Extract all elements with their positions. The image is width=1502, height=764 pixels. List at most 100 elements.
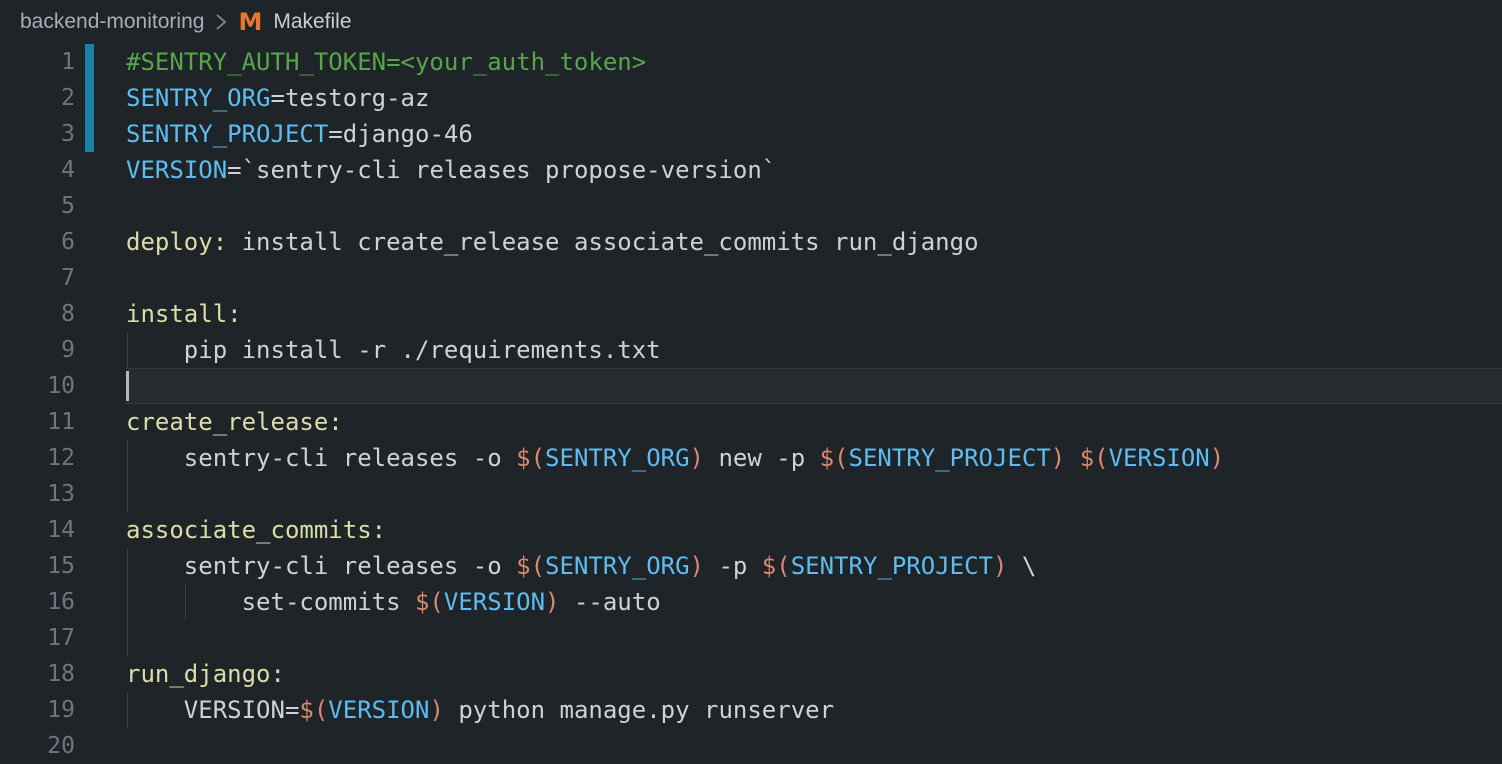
code-line[interactable]: 15 sentry-cli releases -o $(SENTRY_ORG) …	[0, 548, 1502, 584]
token-plain: VERSION=	[126, 696, 299, 724]
token-target: create_release:	[126, 408, 343, 436]
code-line[interactable]: 5	[0, 188, 1502, 224]
code-line[interactable]: 11 create_release:	[0, 404, 1502, 440]
line-number[interactable]: 17	[0, 620, 75, 656]
line-number[interactable]: 7	[0, 260, 75, 296]
modified-gutter-indicator[interactable]	[85, 80, 94, 116]
code-text: sentry-cli releases -o $(SENTRY_ORG) new…	[126, 440, 1224, 476]
token-plain: -p	[704, 552, 762, 580]
token-plain: pip install -r ./requirements.txt	[126, 336, 661, 364]
token-plain: =testorg-az	[271, 84, 430, 112]
code-line[interactable]: 17	[0, 620, 1502, 656]
line-number[interactable]: 13	[0, 476, 75, 512]
line-number[interactable]: 1	[0, 44, 75, 80]
token-plain: sentry-cli releases -o	[126, 444, 516, 472]
text-cursor	[126, 371, 129, 401]
code-line[interactable]: 3 SENTRY_PROJECT=django-46	[0, 116, 1502, 152]
chevron-right-icon	[215, 12, 227, 32]
line-number[interactable]: 15	[0, 548, 75, 584]
indent-guide	[127, 476, 128, 512]
line-number[interactable]: 9	[0, 332, 75, 368]
code-line[interactable]: 6 deploy: install create_release associat…	[0, 224, 1502, 260]
breadcrumb-folder[interactable]: backend-monitoring	[20, 10, 204, 34]
token-var: SENTRY_ORG	[545, 444, 690, 472]
token-var: SENTRY_PROJECT	[126, 120, 328, 148]
code-line[interactable]: 7	[0, 260, 1502, 296]
token-target: associate_commits:	[126, 516, 386, 544]
token-punct: $(	[762, 552, 791, 580]
indent-guide	[127, 620, 128, 656]
code-line[interactable]: 16 set-commits $(VERSION) --auto	[0, 584, 1502, 620]
line-number[interactable]: 8	[0, 296, 75, 332]
code-text: create_release:	[126, 404, 343, 440]
code-text: associate_commits:	[126, 512, 386, 548]
token-plain: install create_release associate_commits…	[227, 228, 978, 256]
token-punct: $(	[415, 588, 444, 616]
token-punct: )	[545, 588, 559, 616]
code-text: #SENTRY_AUTH_TOKEN=<your_auth_token>	[126, 44, 646, 80]
token-var: SENTRY_ORG	[126, 84, 271, 112]
token-plain: =`sentry-cli releases propose-version`	[227, 156, 776, 184]
code-text: pip install -r ./requirements.txt	[126, 332, 661, 368]
token-punct: )	[993, 552, 1007, 580]
code-line[interactable]: 19 VERSION=$(VERSION) python manage.py r…	[0, 692, 1502, 728]
line-number[interactable]: 5	[0, 188, 75, 224]
code-line[interactable]: 1 #SENTRY_AUTH_TOKEN=<your_auth_token>	[0, 44, 1502, 80]
code-line[interactable]: 20	[0, 728, 1502, 764]
code-text: run_django:	[126, 656, 285, 692]
editor[interactable]: 1 #SENTRY_AUTH_TOKEN=<your_auth_token> 2 SE…	[0, 44, 1502, 764]
token-var: VERSION	[444, 588, 545, 616]
token-comment: #SENTRY_AUTH_TOKEN=<your_auth_token>	[126, 48, 646, 76]
token-target: install:	[126, 300, 242, 328]
token-punct: )	[690, 552, 704, 580]
line-number[interactable]: 18	[0, 656, 75, 692]
code-text: deploy: install create_release associate…	[126, 224, 979, 260]
code-text: set-commits $(VERSION) --auto	[126, 584, 661, 620]
token-target: run_django:	[126, 660, 285, 688]
token-punct: )	[1210, 444, 1224, 472]
line-number[interactable]: 2	[0, 80, 75, 116]
code-line[interactable]: 9 pip install -r ./requirements.txt	[0, 332, 1502, 368]
token-var: SENTRY_PROJECT	[791, 552, 993, 580]
line-number[interactable]: 4	[0, 152, 75, 188]
current-line-highlight	[126, 368, 1502, 404]
code-line[interactable]: 14 associate_commits:	[0, 512, 1502, 548]
token-plain: --auto	[560, 588, 661, 616]
code-line[interactable]: 2 SENTRY_ORG=testorg-az	[0, 80, 1502, 116]
line-number[interactable]: 14	[0, 512, 75, 548]
code-line[interactable]: 18 run_django:	[0, 656, 1502, 692]
modified-gutter-indicator[interactable]	[85, 44, 94, 80]
code-text: SENTRY_ORG=testorg-az	[126, 80, 429, 116]
code-line[interactable]: 10	[0, 368, 1502, 404]
breadcrumb-file[interactable]: Makefile	[273, 10, 351, 34]
code-line[interactable]: 4VERSION=`sentry-cli releases propose-ve…	[0, 152, 1502, 188]
token-var: SENTRY_PROJECT	[849, 444, 1051, 472]
token-punct: $(	[516, 444, 545, 472]
breadcrumb: backend-monitoring M Makefile	[0, 0, 1502, 44]
token-plain: \	[1007, 552, 1036, 580]
line-number[interactable]: 6	[0, 224, 75, 260]
line-number[interactable]: 11	[0, 404, 75, 440]
line-number[interactable]: 19	[0, 692, 75, 728]
line-number[interactable]: 3	[0, 116, 75, 152]
token-plain: =django-46	[328, 120, 473, 148]
token-punct: )	[1051, 444, 1065, 472]
token-punct: )	[429, 696, 443, 724]
makefile-icon: M	[238, 10, 262, 34]
token-var: VERSION	[1109, 444, 1210, 472]
token-punct: )	[690, 444, 704, 472]
token-plain: python manage.py runserver	[444, 696, 834, 724]
line-number[interactable]: 20	[0, 728, 75, 764]
code-line[interactable]: 13	[0, 476, 1502, 512]
code-line[interactable]: 8 install:	[0, 296, 1502, 332]
token-punct: $(	[299, 696, 328, 724]
token-punct: $(	[516, 552, 545, 580]
code-line[interactable]: 12 sentry-cli releases -o $(SENTRY_ORG) …	[0, 440, 1502, 476]
line-number[interactable]: 10	[0, 368, 75, 404]
token-plain	[1065, 444, 1079, 472]
modified-gutter-indicator[interactable]	[85, 116, 94, 152]
token-var: VERSION	[328, 696, 429, 724]
line-number[interactable]: 12	[0, 440, 75, 476]
line-number[interactable]: 16	[0, 584, 75, 620]
token-var: SENTRY_ORG	[545, 552, 690, 580]
